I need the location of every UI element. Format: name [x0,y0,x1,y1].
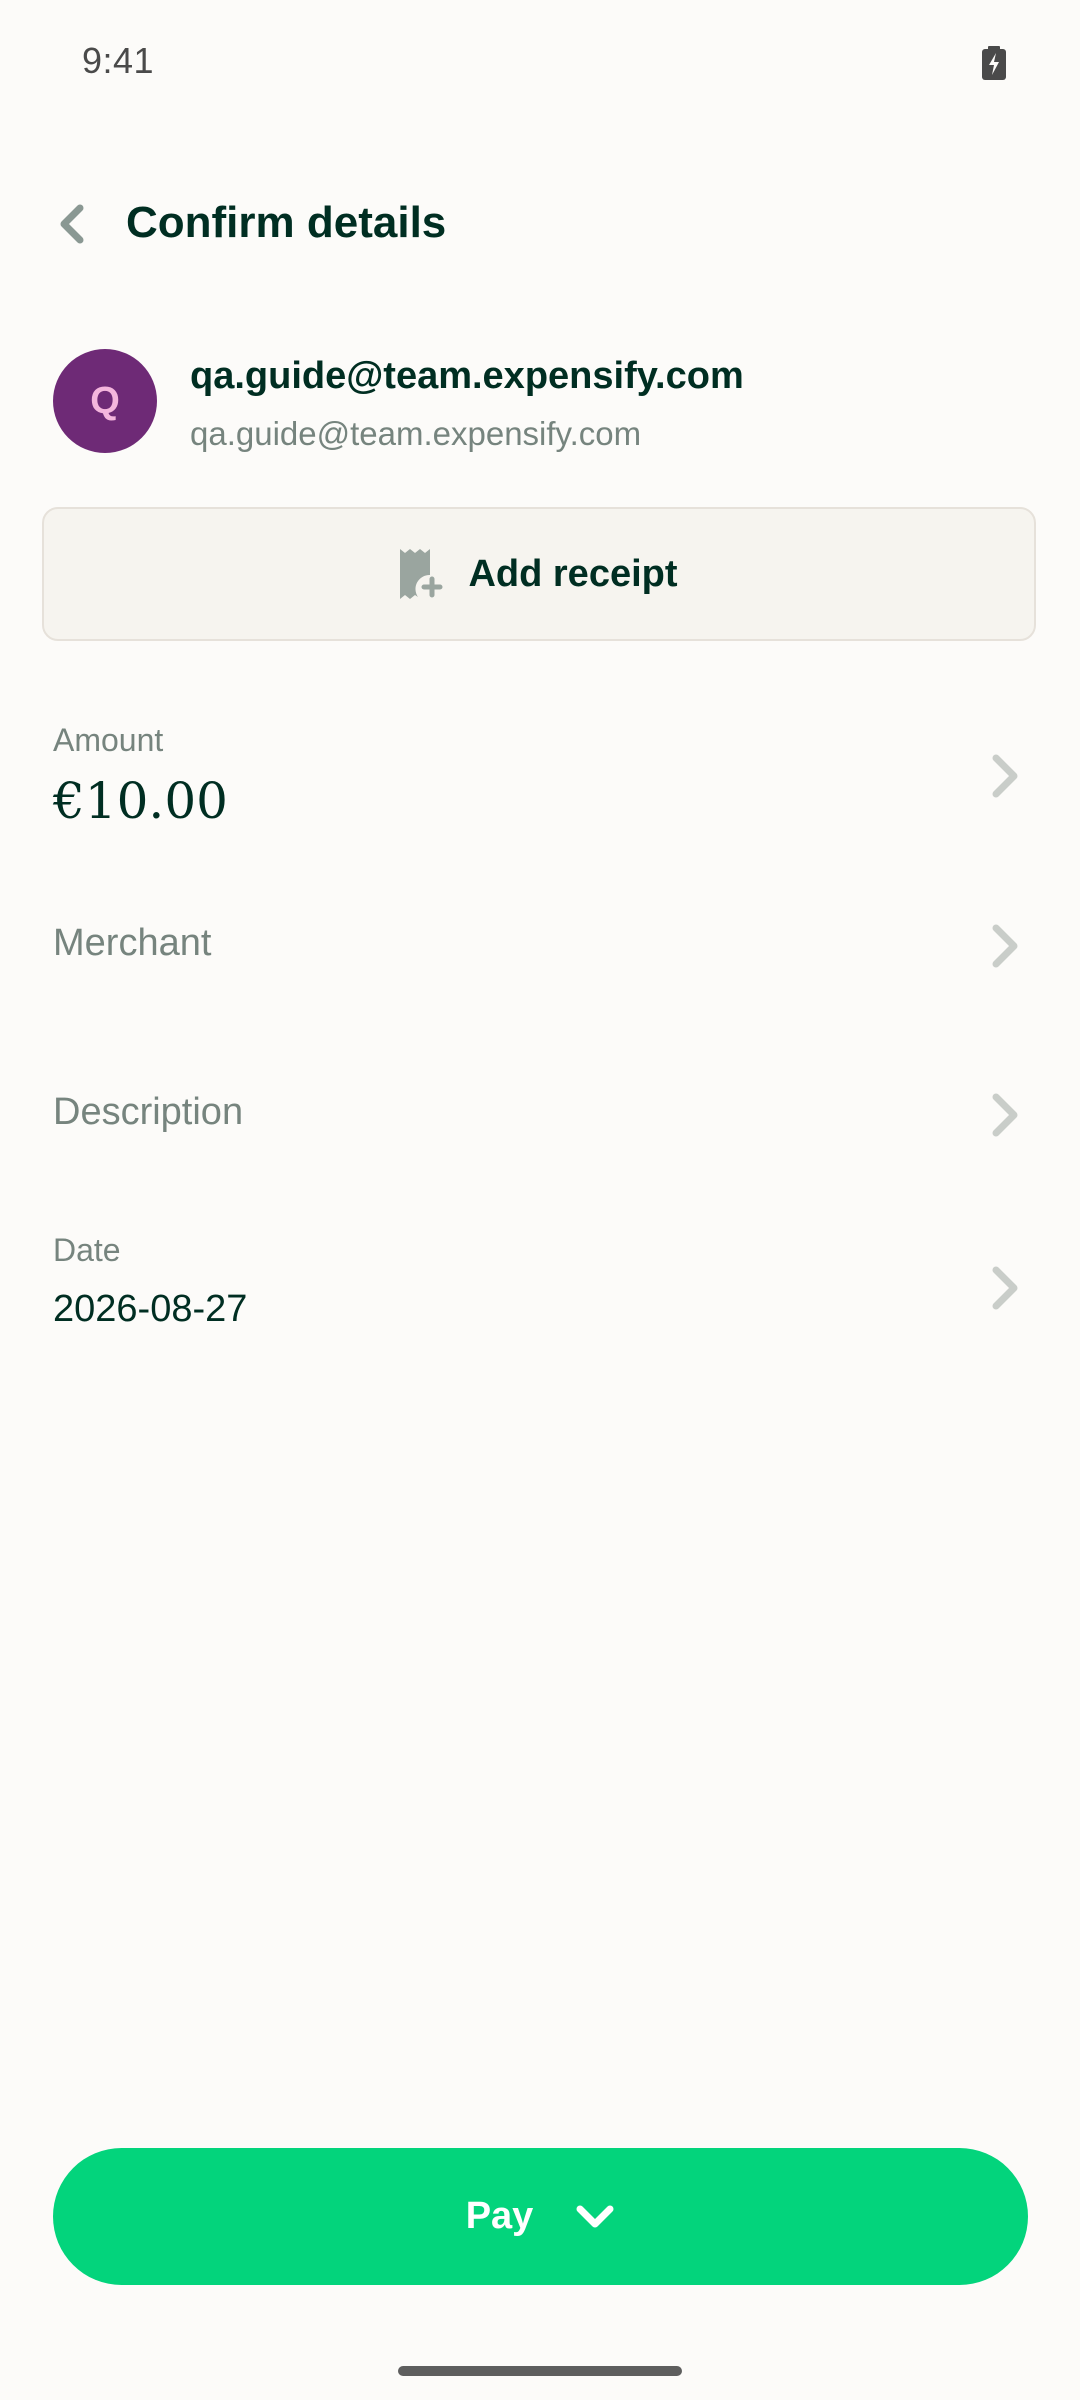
back-arrow-icon [60,204,84,244]
avatar-letter: Q [90,379,120,422]
chevron-right-icon [992,754,1018,798]
receipt-add-icon [400,549,443,599]
participant-row: Q qa.guide@team.expensify.com qa.guide@t… [0,345,1080,461]
description-placeholder: Description [53,1091,244,1133]
add-receipt-button[interactable]: Add receipt [42,507,1036,641]
amount-value: €10.00 [53,772,228,830]
status-time: 9:41 [82,40,155,81]
pay-label: Pay [465,2195,534,2237]
amount-row[interactable]: Amount €10.00 [0,700,1080,850]
add-receipt-label: Add receipt [468,552,678,595]
merchant-row[interactable]: Merchant [0,880,1080,1010]
battery-icon [982,46,1006,80]
chevron-down-icon[interactable] [575,2202,615,2232]
description-row[interactable]: Description [0,1045,1080,1185]
header: Confirm details [0,180,1080,270]
amount-label: Amount [53,722,164,758]
date-value: 2026-08-27 [53,1288,248,1330]
pay-button[interactable]: Pay [53,2148,1028,2285]
date-label: Date [53,1232,121,1268]
back-button[interactable] [40,192,104,256]
date-row[interactable]: Date 2026-08-27 [0,1210,1080,1360]
chevron-right-icon [992,924,1018,968]
chevron-right-icon [992,1266,1018,1310]
page-title: Confirm details [126,198,447,247]
chevron-right-icon [992,1093,1018,1137]
participant-name: qa.guide@team.expensify.com [190,355,744,397]
avatar: Q [53,349,157,453]
participant-email: qa.guide@team.expensify.com [190,415,642,452]
status-bar: 9:41 [0,0,1080,130]
home-indicator [398,2366,682,2376]
merchant-placeholder: Merchant [53,922,212,964]
